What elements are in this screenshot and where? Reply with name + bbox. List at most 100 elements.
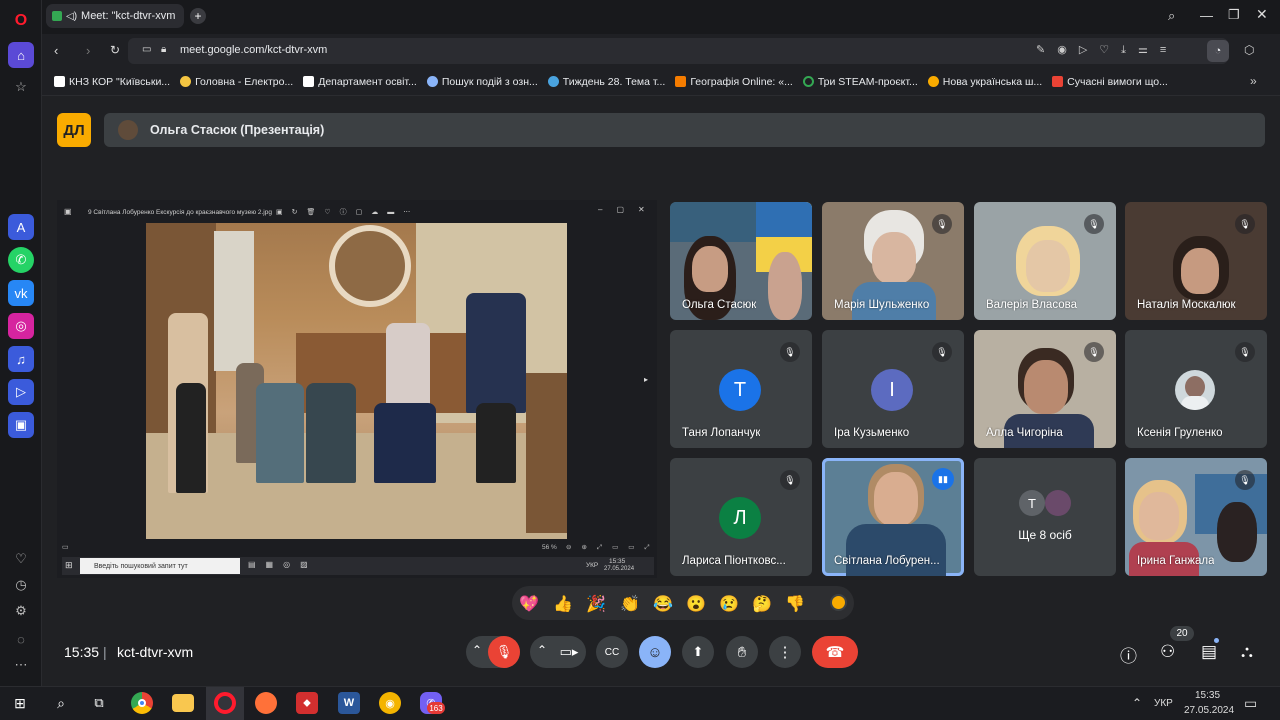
participant-tile-speaking[interactable]: ▮▮ Світлана Лобурен... [822,458,964,576]
media-icon[interactable]: ◉ [379,692,401,714]
participant-tile[interactable]: Л 🎙︎ Лариса Піонтковс... [670,458,812,576]
task-view-icon[interactable]: ⧉ [88,692,110,714]
participant-name: Світлана Лобурен... [834,555,940,567]
player-icon[interactable]: ▷ [8,379,34,405]
wallet-icon[interactable]: ▣ [8,412,34,438]
instagram-icon[interactable]: ◎ [8,313,34,339]
history-icon[interactable]: ◷ [8,572,34,598]
opera-icon[interactable] [214,692,236,714]
tray-chevron-icon[interactable]: ⌃ [1132,696,1142,710]
back-icon[interactable]: ‹ [54,43,58,58]
bookmarks-overflow-icon[interactable]: » [1250,74,1257,88]
reaction-joy[interactable]: 😂 [653,594,673,614]
reaction-thinking[interactable]: 🤔 [752,594,772,614]
participant-tile[interactable]: 🎙︎ Марія Шульженко [822,202,964,320]
bookmark-icon [54,76,65,87]
reaction-thumbs-up[interactable]: 👍 [553,594,573,614]
new-tab-button[interactable]: + [190,8,206,24]
whatsapp-icon[interactable]: ✆ [8,247,34,273]
captions-button[interactable]: CC [596,636,628,668]
tray-language[interactable]: УКР [1154,698,1173,709]
word-icon[interactable]: W [338,692,360,714]
acrobat-icon[interactable]: ⬥ [296,692,318,714]
bookmark-item[interactable]: Тиждень 28. Тема т... [547,76,665,88]
chrome-icon[interactable] [131,692,153,714]
participant-tile[interactable]: I 🎙︎ Іра Кузьменко [822,330,964,448]
settings-icon[interactable]: ⚙ [8,598,34,624]
bookmark-item[interactable]: Сучасні вимоги що... [1052,76,1168,88]
address-actions[interactable]: ✎◉▷♡⤓⚌≡ [1036,43,1178,57]
aria-icon[interactable]: A [8,214,34,240]
viewer-status-bar: ▭ 56 % ⊖⊕⤢▭▭⤢ [62,543,656,555]
present-screen-button[interactable]: ⬆ [682,636,714,668]
people-icon[interactable]: ⚇ [1160,642,1175,662]
notifications-icon[interactable]: ▭ [1244,695,1257,712]
minimize-button[interactable]: — [1200,8,1213,23]
search-icon[interactable]: ⌕ [1168,8,1175,24]
reaction-clapping[interactable]: 👏 [620,594,640,614]
presentation-photo [146,223,567,539]
end-call-button[interactable]: ☎ [812,636,858,668]
star-icon[interactable]: ☆ [8,74,34,100]
bookmark-icon [547,76,559,87]
mic-options-chevron-icon[interactable]: ⌃ [472,643,482,657]
more-options-button[interactable]: ⋮ [769,636,801,668]
bookmark-item[interactable]: Пошук подій з озн... [426,76,538,88]
bookmark-item[interactable]: КНЗ КОР "Київськи... [54,76,170,88]
raise-hand-button[interactable]: ✋︎ [726,636,758,668]
activities-icon[interactable]: ⛬ [1241,642,1253,662]
opera-menu-icon[interactable]: O [8,8,34,34]
tray-date[interactable]: 27.05.2024 [1184,705,1234,716]
music-icon[interactable]: ♫ [8,346,34,372]
meeting-info-icon[interactable]: ⓘ [1120,642,1137,667]
participant-tile[interactable]: 🎙︎ Валерія Власова [974,202,1116,320]
more-participants-tile[interactable]: T Ще 8 осіб [974,458,1116,576]
camera-toggle-button[interactable]: ▭▸ [553,636,585,668]
heart-icon[interactable]: ♡ [8,546,34,572]
reaction-surprised[interactable]: 😮 [686,594,706,614]
participant-tile[interactable]: 🎙︎ Ксенія Груленко [1125,330,1267,448]
reactions-button[interactable]: ☺ [639,636,671,668]
camera-indicator-icon[interactable]: ▭ [142,44,151,55]
participant-tile[interactable]: Ольга Стасюк [670,202,812,320]
bookmark-item[interactable]: Головна - Електро... [180,76,293,88]
tab-meet[interactable]: ◁) Meet: "kct-dtvr-xvm [46,4,184,28]
more-icon[interactable]: ⋯ [8,652,34,678]
windows-start-icon[interactable]: ⊞ [9,692,31,714]
camera-options-chevron-icon[interactable]: ⌃ [537,643,547,657]
home-icon[interactable]: ⌂ [8,42,34,68]
file-explorer-icon[interactable] [172,694,194,712]
bookmark-item[interactable]: Департамент освіт... [303,76,417,88]
reaction-thumbs-down[interactable]: 👎 [785,594,805,614]
camera-icon: ▭▸ [559,644,579,659]
search-icon[interactable]: ⌕ [50,692,72,714]
participant-tile[interactable]: 🎙︎ Ірина Ганжала [1125,458,1267,576]
participant-tile[interactable]: 🎙︎ Наталія Москалюк [1125,202,1267,320]
restore-button[interactable]: ❐ [1228,7,1240,23]
reaction-party-popper[interactable]: 🎉 [586,594,606,614]
chat-icon[interactable]: ▤ [1201,642,1217,662]
profile-icon[interactable]: ◔ [1207,40,1229,62]
lock-icon[interactable]: 🔒︎ [161,44,166,55]
participant-tile[interactable]: T 🎙︎ Таня Лопанчук [670,330,812,448]
tray-time[interactable]: 15:35 [1195,690,1220,701]
bookmark-item[interactable]: Географія Online: «... [675,76,793,88]
mic-toggle-button[interactable]: 🎙︎ [488,636,520,668]
bookmark-item[interactable]: Три STEAM-проєкт... [802,76,918,88]
reaction-sparkling-heart[interactable]: 💖 [519,594,539,614]
participant-tile[interactable]: 🎙︎ Алла Чигоріна [974,330,1116,448]
close-window-button[interactable]: ✕ [1256,6,1268,23]
extensions-icon[interactable]: ⬡ [1244,43,1254,57]
hang-up-icon: ☎ [825,644,845,661]
lightbulb-icon[interactable]: ◌ [8,626,34,652]
skin-tone-picker[interactable] [830,594,847,611]
reload-icon[interactable]: ↻ [110,43,120,57]
vk-icon[interactable]: vk [8,280,34,306]
next-image-icon[interactable]: ▸ [644,375,648,384]
firefox-icon[interactable] [255,692,277,714]
filmstrip-icon: ▭ [62,544,69,551]
forward-icon[interactable]: › [86,43,90,58]
bookmark-item[interactable]: Нова українська ш... [927,76,1042,88]
reaction-crying[interactable]: 😢 [719,594,739,614]
mic-off-icon: 🎙︎ [1084,342,1104,362]
